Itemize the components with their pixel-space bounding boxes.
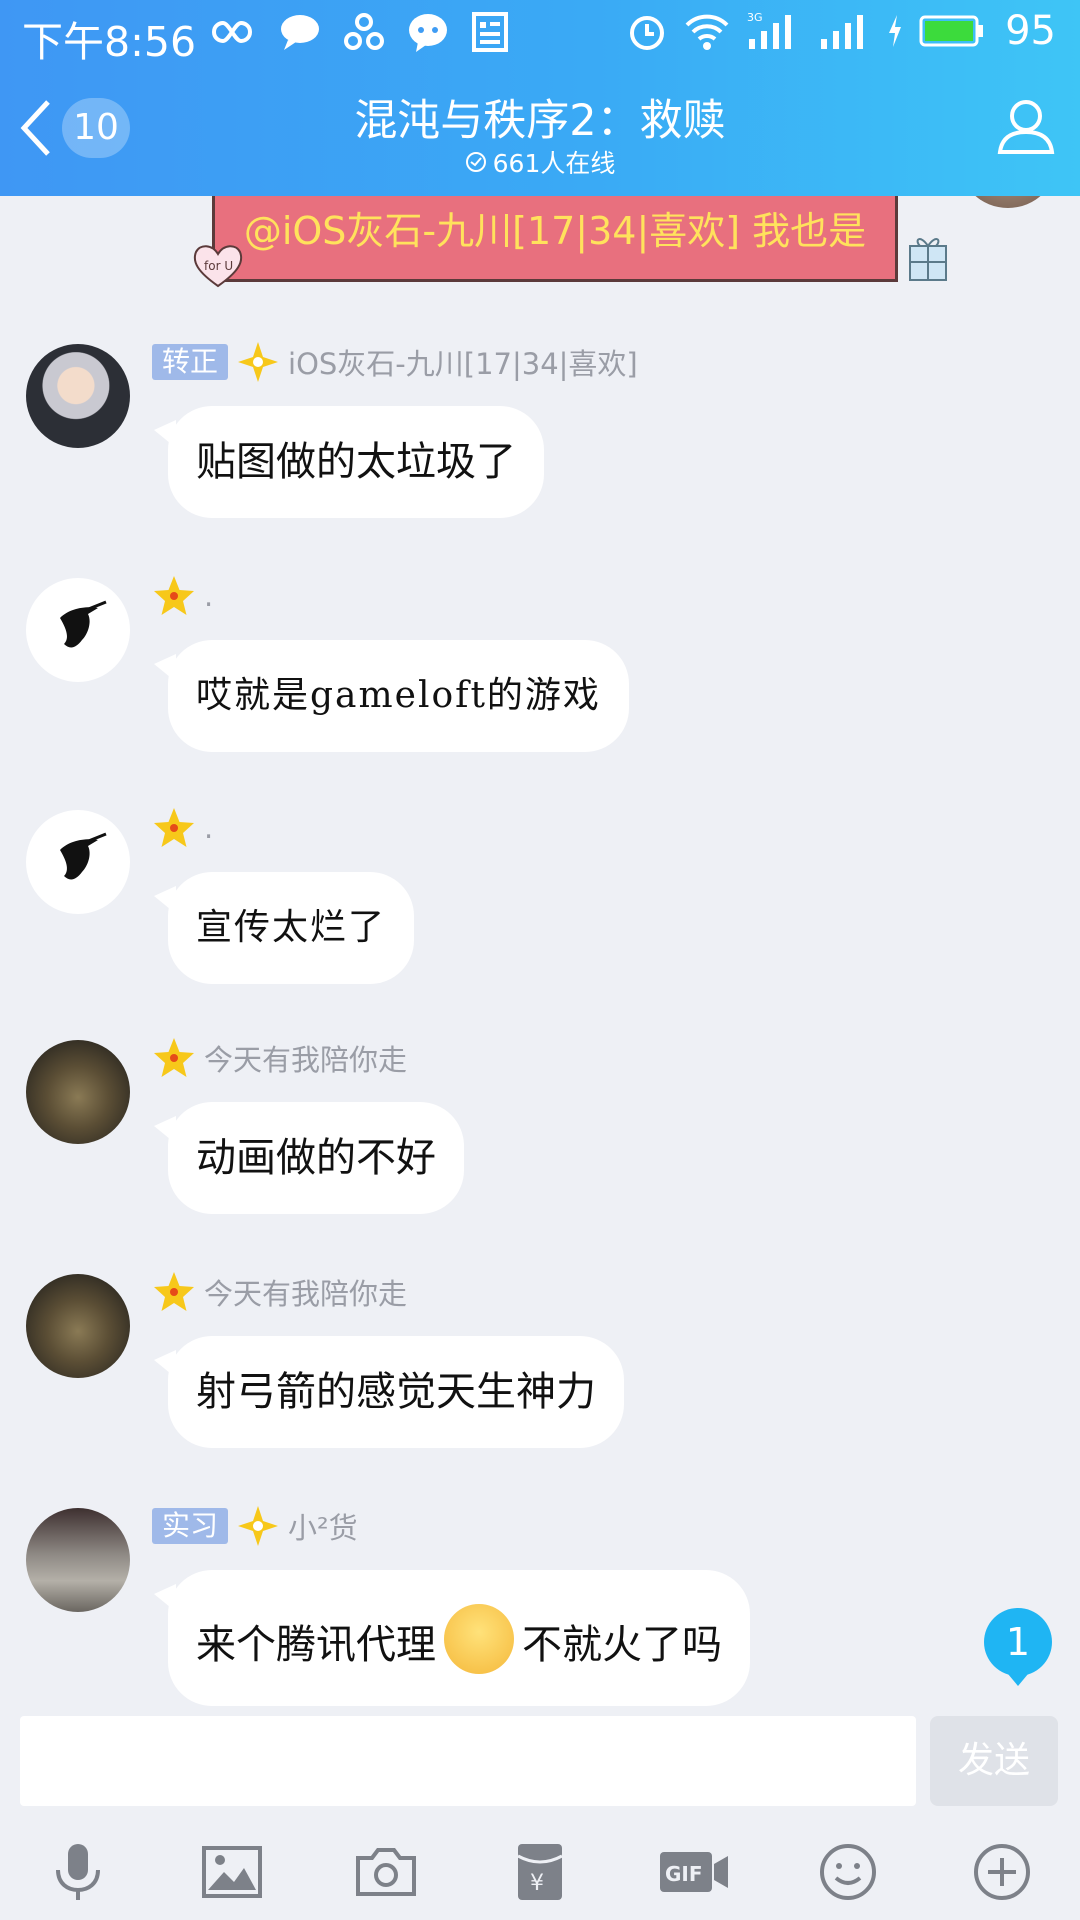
share-app-icon <box>344 13 384 50</box>
status-system-icons: 3G 95 <box>625 8 1056 54</box>
gif-button[interactable]: GIF <box>654 1832 734 1912</box>
sender-meta: 实习 小²货 <box>152 1504 358 1548</box>
sender-name[interactable]: 今天有我陪你走 <box>204 1271 407 1313</box>
svg-text:for U: for U <box>204 259 233 273</box>
svg-text:¥: ¥ <box>530 1871 544 1896</box>
status-time: 下午8:56 <box>22 18 197 66</box>
wifi-icon <box>685 14 729 50</box>
shy-emoji-icon <box>444 1604 514 1674</box>
sender-meta: 转正 iOS灰石-九川[17|34|喜欢] <box>152 340 638 384</box>
emoji-icon <box>820 1844 876 1900</box>
level-star-icon <box>238 1506 279 1546</box>
sender-name[interactable]: . <box>204 811 213 845</box>
battery-icon <box>919 15 984 47</box>
sender-name[interactable]: 小²货 <box>288 1505 358 1547</box>
microphone-icon <box>56 1844 100 1900</box>
level-star-icon <box>154 576 194 615</box>
news-app-icon <box>472 12 508 52</box>
gif-icon: GIF <box>660 1852 728 1892</box>
status-notification-icons <box>206 10 510 54</box>
sender-meta: . <box>152 806 213 850</box>
avatar[interactable] <box>26 578 130 682</box>
online-count: 661人在线 <box>0 144 1080 180</box>
avatar[interactable] <box>26 1508 130 1612</box>
message-bubble[interactable]: 来个腾讯代理 不就火了吗 <box>154 1570 750 1706</box>
banner-text: @iOS灰石-九川[17|34|喜欢] 我也是 <box>212 196 898 282</box>
sender-name[interactable]: 今天有我陪你走 <box>204 1037 407 1079</box>
voice-button[interactable] <box>38 1832 118 1912</box>
ink-figure-icon <box>60 832 107 880</box>
emoji-button[interactable] <box>808 1832 888 1912</box>
chat-header: 10 混沌与秩序2：救赎 661人在线 <box>0 64 1080 196</box>
new-message-badge[interactable]: 1 <box>984 1608 1052 1686</box>
image-icon <box>202 1846 262 1898</box>
level-star-icon <box>154 808 194 847</box>
alarm-icon <box>630 16 665 50</box>
sender-meta: . <box>152 574 213 618</box>
charging-icon <box>889 15 902 47</box>
avatar[interactable] <box>958 196 1058 208</box>
send-button[interactable]: 发送 <box>930 1716 1058 1806</box>
ink-figure-icon <box>60 600 107 648</box>
message-bubble[interactable]: 宣传太烂了 <box>153 872 415 984</box>
composer-toolbar: ¥ GIF <box>0 1832 1080 1912</box>
svg-text:GIF: GIF <box>665 1862 703 1886</box>
battery-level: 95 <box>1005 8 1056 54</box>
message-app-icon <box>409 14 447 52</box>
group-title: 混沌与秩序2：救赎 <box>354 96 726 146</box>
camera-icon <box>356 1848 416 1896</box>
message-input[interactable] <box>20 1716 916 1806</box>
role-badge: 转正 <box>152 344 229 380</box>
plus-icon <box>974 1844 1030 1900</box>
gift-icon <box>909 238 947 281</box>
message-bubble[interactable]: 贴图做的太垃圾了 <box>154 406 544 518</box>
message-text: 来个腾讯代理 <box>196 1622 436 1668</box>
chat-bubble-icon <box>281 15 319 50</box>
user-icon <box>997 100 1055 154</box>
avatar[interactable] <box>26 344 130 448</box>
infinity-icon <box>211 20 253 44</box>
status-bar: 下午8:56 3G 95 <box>0 0 1080 66</box>
message-bubble[interactable]: 射弓箭的感觉天生神力 <box>154 1336 624 1448</box>
avatar[interactable] <box>26 1274 130 1378</box>
level-star-icon <box>154 1272 194 1311</box>
red-packet-icon: ¥ <box>517 1844 563 1900</box>
avatar[interactable] <box>26 810 130 914</box>
message-bubble[interactable]: 哎就是gameloft的游戏 <box>154 640 629 752</box>
message-text: 不就火了吗 <box>522 1622 722 1668</box>
top-bar: 下午8:56 3G 95 10 混沌与秩序2：救赎 661人在线 <box>0 0 1080 196</box>
camera-button[interactable] <box>346 1832 426 1912</box>
level-star-icon <box>154 1038 194 1077</box>
avatar[interactable] <box>26 1040 130 1144</box>
reply-banner[interactable]: @iOS灰石-九川[17|34|喜欢] 我也是 for U <box>190 196 950 288</box>
sender-meta: 今天有我陪你走 <box>152 1036 407 1080</box>
group-members-button[interactable] <box>994 94 1058 158</box>
image-button[interactable] <box>192 1832 272 1912</box>
composer: 发送 ¥ GIF <box>0 1706 1080 1920</box>
sender-name[interactable]: . <box>204 579 213 613</box>
signal-icon <box>821 15 864 49</box>
signal-3g-icon: 3G <box>747 11 792 49</box>
role-badge: 实习 <box>152 1508 229 1544</box>
online-count-text: 661人在线 <box>492 149 616 178</box>
svg-text:3G: 3G <box>747 11 763 24</box>
sender-name[interactable]: iOS灰石-九川[17|34|喜欢] <box>288 341 638 383</box>
more-button[interactable] <box>962 1832 1042 1912</box>
sender-meta: 今天有我陪你走 <box>152 1270 407 1314</box>
heart-sticker-icon: for U <box>193 245 243 288</box>
level-star-icon <box>238 342 279 382</box>
online-check-icon <box>465 152 486 172</box>
message-bubble[interactable]: 动画做的不好 <box>154 1102 464 1214</box>
red-packet-button[interactable]: ¥ <box>500 1832 580 1912</box>
message-list[interactable]: @iOS灰石-九川[17|34|喜欢] 我也是 for U 转正 iOS灰石-九… <box>0 196 1080 1716</box>
